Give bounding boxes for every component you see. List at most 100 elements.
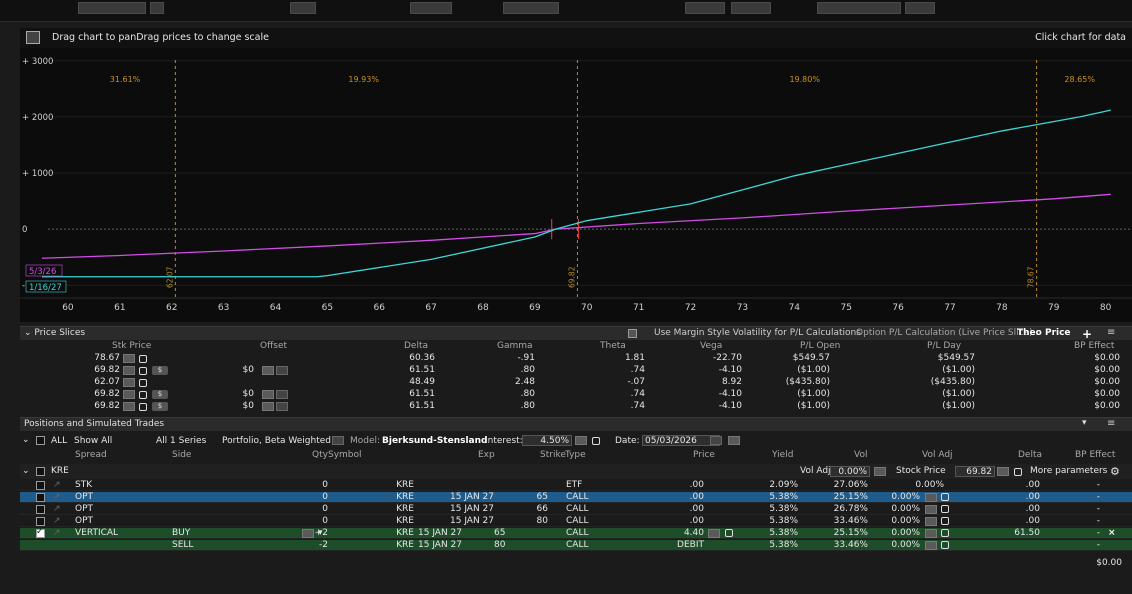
price-cell[interactable]: 4.40 [640, 528, 704, 538]
position-row[interactable]: ↗ OPT 0 KRE 15 JAN 27 66 CALL .00 5.38% 26.78% 0.0… [20, 504, 1132, 515]
slice-price-stepper[interactable] [123, 354, 135, 363]
side-cell[interactable]: BUY [172, 528, 190, 538]
row-checkbox[interactable] [36, 493, 45, 502]
vol-adj-lock-icon[interactable] [941, 529, 949, 537]
model-value[interactable]: Bjerksund-Stensland [382, 436, 487, 446]
slice-lock-icon[interactable] [139, 355, 147, 363]
type-cell[interactable]: CALL [566, 540, 588, 550]
strike-cell[interactable]: 80 [494, 540, 505, 550]
offset-stepper[interactable] [262, 390, 274, 399]
date-stepper[interactable] [728, 436, 740, 445]
price-slice-row[interactable]: 69.82 $ $0 61.51 .80 .74 -4.10 ($1.00) ($1.00) $0… [20, 365, 1132, 376]
qty-dropdown-icon[interactable]: ▾ [318, 528, 323, 538]
trade-row[interactable]: SELL -2 KRE 15 JAN 27 80 CALL DEBIT 5.38% 33.46%… [20, 540, 1132, 551]
vol-adj-cell[interactable]: 0.00% [878, 528, 920, 538]
add-slice-icon[interactable]: + [1082, 327, 1092, 341]
slice-price-stepper[interactable] [123, 390, 135, 399]
date-field[interactable] [817, 2, 901, 14]
qty-stepper[interactable] [302, 529, 314, 538]
price-lock-icon[interactable] [725, 529, 733, 537]
interest-input[interactable]: 4.50% [522, 435, 572, 446]
offset-dropdown[interactable] [276, 402, 288, 411]
pl-chart-svg[interactable]: + 3000+ 2000+ 10000- 1000606162636465666… [20, 48, 1132, 322]
dollar-icon[interactable]: $ [152, 402, 168, 411]
vol-adj-lock-icon[interactable] [941, 493, 949, 501]
slice-price-stepper[interactable] [123, 366, 135, 375]
vol-adj-cell[interactable]: 0.00% [878, 504, 920, 514]
stock-price-stepper[interactable] [997, 467, 1009, 476]
symbol-dropdown[interactable] [150, 2, 164, 14]
calendar-icon[interactable] [710, 436, 722, 445]
toolbar-field-3[interactable] [410, 2, 452, 14]
more-parameters-dropdown[interactable]: More parameters [1030, 466, 1107, 476]
vol-adj-cell[interactable]: 0.00% [878, 492, 920, 502]
slice-lock-icon[interactable] [139, 367, 147, 375]
slice-offset[interactable]: $0 [220, 389, 254, 399]
vol-adj-stepper[interactable] [925, 517, 937, 526]
gear-icon[interactable]: ⚙ [1110, 465, 1120, 478]
slice-offset[interactable]: $0 [220, 401, 254, 411]
stock-price-input[interactable]: 69.82 [955, 466, 995, 477]
menu-icon[interactable]: ≡ [1107, 327, 1115, 338]
interest-lock-icon[interactable] [592, 437, 600, 445]
position-row[interactable]: ↗ OPT 0 KRE 15 JAN 27 80 CALL .00 5.38% 33.46% 0.0… [20, 516, 1132, 527]
date-input[interactable]: 05/03/2026 [642, 435, 720, 446]
side-cell[interactable]: SELL [172, 540, 193, 550]
offset-stepper[interactable] [262, 366, 274, 375]
positions-menu-icon[interactable]: ≡ [1107, 418, 1115, 429]
slice-offset[interactable]: $0 [220, 365, 254, 375]
position-row[interactable]: ↗ OPT 0 KRE 15 JAN 27 65 CALL .00 5.38% 25.15% 0.0… [20, 492, 1132, 503]
show-all-dropdown[interactable]: Show All [74, 436, 112, 446]
exp-cell[interactable]: 15 JAN 27 [418, 528, 462, 538]
strike-cell[interactable]: 65 [494, 528, 505, 538]
slice-stk-price[interactable]: 69.82 [80, 365, 120, 375]
dollar-icon[interactable]: $ [152, 366, 168, 375]
vol-adj-cell[interactable]: 0.00% [900, 480, 944, 490]
vol-adj-cell[interactable]: 0.00% [878, 540, 920, 550]
slice-lock-icon[interactable] [139, 391, 147, 399]
price-slice-row[interactable]: 69.82 $ $0 61.51 .80 .74 -4.10 ($1.00) ($1.00) $0… [20, 389, 1132, 400]
vol-adj-stepper[interactable] [925, 529, 937, 538]
slice-stk-price[interactable]: 78.67 [80, 353, 120, 363]
use-margin-checkbox[interactable] [628, 329, 637, 338]
symbol-field[interactable] [78, 2, 146, 14]
collapse-icon[interactable]: ▾ [1082, 418, 1087, 428]
slice-stk-price[interactable]: 69.82 [80, 401, 120, 411]
dollar-icon[interactable]: $ [152, 390, 168, 399]
vol-adj-stepper[interactable] [925, 493, 937, 502]
group-expand-icon[interactable]: ⌄ [22, 466, 30, 476]
vol-adj-lock-icon[interactable] [941, 517, 949, 525]
row-checkbox[interactable] [36, 505, 45, 514]
group-checkbox[interactable] [36, 467, 45, 476]
stock-price-lock-icon[interactable] [1014, 468, 1022, 476]
pl-chart[interactable]: + 3000+ 2000+ 10000- 1000606162636465666… [20, 48, 1132, 322]
slice-stk-price[interactable]: 69.82 [80, 389, 120, 399]
remove-trade-icon[interactable]: × [1108, 528, 1116, 538]
portfolio-settings-icon[interactable] [332, 436, 344, 445]
price-slice-row[interactable]: 69.82 $ $0 61.51 .80 .74 -4.10 ($1.00) ($1.00) $0… [20, 401, 1132, 412]
trade-row[interactable]: ✓ ↗ VERTICAL BUY +2 ▾ KRE 15 JAN 27 65 CALL 4.40 5.… [20, 527, 1132, 539]
vol-adj-stepper[interactable] [925, 541, 937, 550]
qty-cell[interactable]: -2 [290, 540, 328, 550]
slice-price-stepper[interactable] [123, 402, 135, 411]
price-cell[interactable]: DEBIT [640, 540, 704, 550]
row-checkbox[interactable] [36, 481, 45, 490]
price-stepper[interactable] [708, 529, 720, 538]
type-cell[interactable]: CALL [566, 528, 588, 538]
price-slice-row[interactable]: 78.67 60.36 -.91 1.81 -22.70 $549.57 $549.57 $0… [20, 353, 1132, 364]
group-vol-adj-stepper[interactable] [874, 467, 886, 476]
vol-adj-lock-icon[interactable] [941, 505, 949, 513]
slice-price-stepper[interactable] [123, 378, 135, 387]
series-dropdown[interactable]: All 1 Series [156, 436, 206, 446]
date-stepper[interactable] [905, 2, 935, 14]
portfolio-dropdown[interactable]: Portfolio, Beta Weighted [222, 436, 331, 446]
toolbar-field-5[interactable] [685, 2, 725, 14]
group-vol-adj-input[interactable]: 0.00% [830, 466, 870, 477]
vol-adj-stepper[interactable] [925, 505, 937, 514]
option-calc-value[interactable]: Theo Price [1017, 328, 1071, 338]
chart-settings-icon[interactable] [26, 31, 40, 44]
exp-cell[interactable]: 15 JAN 27 [418, 540, 462, 550]
slice-stk-price[interactable]: 62.07 [80, 377, 120, 387]
slice-lock-icon[interactable] [139, 379, 147, 387]
toolbar-field-4[interactable] [503, 2, 559, 14]
